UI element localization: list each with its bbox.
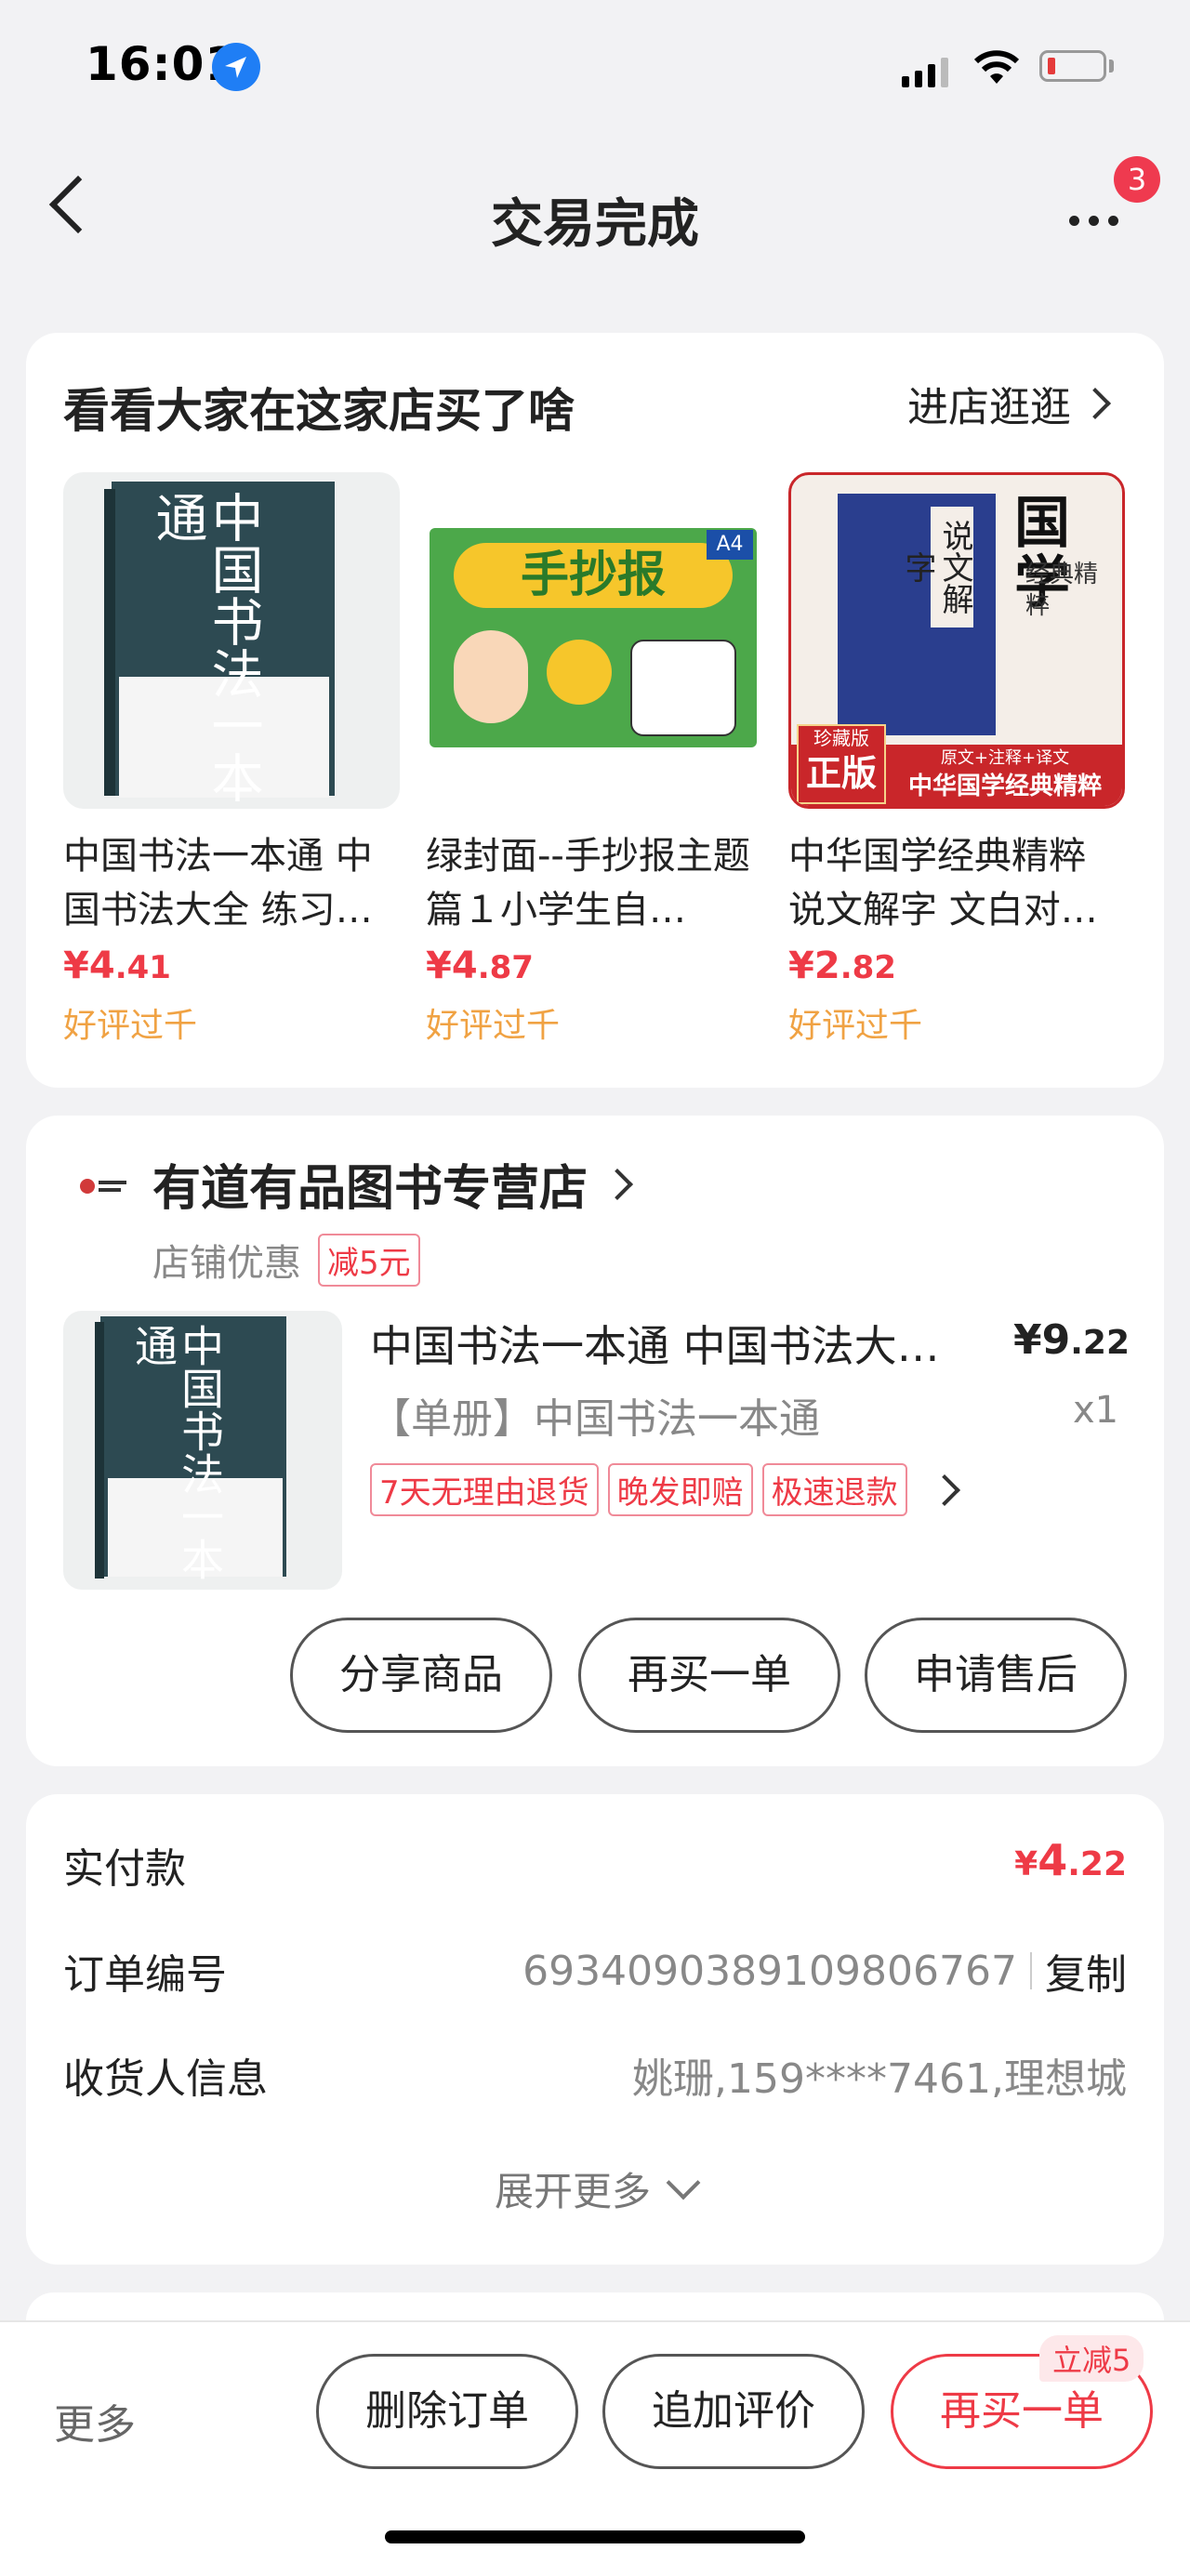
page-title: 交易完成: [491, 194, 699, 255]
price-integer: 9: [1041, 1316, 1071, 1364]
chevron-right-icon: [1079, 388, 1111, 419]
product-name: 中华国学经典精粹 说文解字 文白对…: [788, 835, 1098, 931]
share-product-button[interactable]: 分享商品: [290, 1618, 552, 1733]
order-item-name[interactable]: 中国书法一本通 中国书法大…: [370, 1313, 1012, 1374]
order-item-spec: 【单册】中国书法一本通: [370, 1395, 820, 1443]
wifi-icon: [972, 48, 1021, 89]
order-number-row: 6934090389109806767 复制: [522, 1941, 1127, 2001]
service-tag: 极速退款: [761, 1463, 907, 1516]
receiver-label: 收货人信息: [63, 2055, 268, 2103]
chevron-right-icon: [602, 1168, 633, 1200]
chevron-right-icon: [928, 1473, 960, 1506]
product-price: ¥4.41: [63, 945, 398, 987]
enter-shop-link[interactable]: 进店逛逛: [907, 374, 1111, 433]
price-decimal: .87: [477, 949, 534, 986]
praise-label: 好评过千: [63, 1007, 198, 1045]
price-integer: 4: [1038, 1835, 1068, 1885]
product-price: ¥4.87: [426, 945, 760, 987]
after-sale-button[interactable]: 申请售后: [865, 1618, 1127, 1733]
recommend-product-2[interactable]: 手抄报 A4 绿封面--手抄报主题篇１小学生自… ¥4.87 好评过千: [426, 472, 762, 1047]
price-decimal: .22: [1067, 1845, 1127, 1883]
book3-spine-title: 说文解字: [899, 507, 973, 627]
location-arrow-icon: [212, 43, 260, 91]
product-image-chinese-classics: 说文解字 国学 经典精粹 珍藏版 正版 原文+注释+译文 中华国学经典精粹: [788, 472, 1125, 809]
order-number: 6934090389109806767: [522, 1947, 1017, 1995]
home-indicator: [385, 2530, 805, 2543]
more-button[interactable]: 更多: [54, 2391, 136, 2451]
book3-badge-main: 正版: [805, 753, 877, 794]
more-menu-icon[interactable]: [1069, 216, 1118, 226]
expand-more-button[interactable]: 展开更多: [26, 2160, 1164, 2217]
service-tag: 7天无理由退货: [370, 1463, 599, 1516]
book3-banner: 原文+注释+译文 中华国学经典精粹: [893, 746, 1117, 802]
shop-name-link[interactable]: 有道有品图书专营店: [152, 1149, 633, 1219]
delete-order-button[interactable]: 删除订单: [316, 2354, 578, 2469]
enter-shop-label: 进店逛逛: [907, 384, 1071, 431]
recommend-card: 看看大家在这家店买了啥 进店逛逛 中国书法一本通 中国书法一本通 中国书法大全 …: [26, 333, 1164, 1088]
shop-promo-tag: 减5元: [318, 1233, 420, 1287]
divider: [1030, 1952, 1032, 1989]
recommend-product-1[interactable]: 中国书法一本通 中国书法一本通 中国书法大全 练习… ¥4.41 好评过千: [63, 472, 400, 1047]
price-currency: ¥: [788, 945, 814, 987]
praise-label: 好评过千: [426, 1007, 561, 1045]
order-item-price: ¥9.22: [1013, 1316, 1130, 1364]
praise-label: 好评过千: [788, 1007, 923, 1045]
book2-a4-badge: A4: [707, 530, 753, 560]
product-name: 中国书法一本通 中国书法大全 练习…: [63, 835, 373, 931]
price-currency: ¥: [1013, 1316, 1042, 1364]
product-price: ¥2.82: [788, 945, 1123, 987]
cellular-signal-icon: [902, 58, 948, 87]
shop-promo-label: 店铺优惠: [152, 1242, 301, 1285]
shop-name: 有道有品图书专营店: [152, 1161, 588, 1217]
product-name: 绿封面--手抄报主题篇１小学生自…: [426, 835, 750, 931]
expand-more-label: 展开更多: [494, 2169, 651, 2214]
book3-badge-top: 珍藏版: [813, 727, 869, 749]
shop-promo: 店铺优惠 减5元: [152, 1233, 420, 1287]
price-decimal: .22: [1070, 1324, 1130, 1362]
paid-amount: ¥4.22: [1014, 1835, 1127, 1885]
book3-banner-top: 原文+注释+译文: [940, 748, 1070, 768]
notification-badge: 3: [1114, 156, 1160, 203]
price-currency: ¥: [63, 945, 89, 987]
rebuy-discount-badge: 立减5: [1039, 2335, 1144, 2382]
order-number-label: 订单编号: [63, 1951, 227, 1999]
product-image-handcopy-newspaper: 手抄报 A4: [426, 472, 762, 809]
receiver-info[interactable]: 姚珊,159****7461,理想城: [632, 2045, 1127, 2105]
order-item-cover-title: 中国书法一本通: [128, 1324, 225, 1580]
copy-button[interactable]: 复制: [1045, 1941, 1127, 2001]
price-integer: 2: [813, 945, 840, 987]
order-details-card: 实付款 ¥4.22 订单编号 6934090389109806767 复制 收货…: [26, 1794, 1164, 2265]
order-card: 有道有品图书专营店 店铺优惠 减5元 中国书法一本通 中国书法一本通 中国书法大…: [26, 1116, 1164, 1766]
price-integer: 4: [451, 945, 478, 987]
price-currency: ¥: [426, 945, 452, 987]
recommend-product-3[interactable]: 说文解字 国学 经典精粹 珍藏版 正版 原文+注释+译文 中华国学经典精粹 中华…: [788, 472, 1125, 1047]
price-decimal: .82: [840, 949, 896, 986]
rebuy-button[interactable]: 再买一单: [578, 1618, 840, 1733]
book3-subtitle: 经典精粹: [1025, 561, 1099, 620]
order-item-qty: x1: [1073, 1389, 1119, 1432]
price-decimal: .41: [114, 949, 171, 986]
book1-cover-title: 中国书法一本通: [147, 491, 263, 803]
service-tags[interactable]: 7天无理由退货 晚发即赔 极速退款: [370, 1463, 960, 1516]
shop-logo-icon: [78, 1168, 130, 1205]
service-tag: 晚发即赔: [607, 1463, 753, 1516]
product-image-calligraphy-book: 中国书法一本通: [63, 472, 400, 809]
price-integer: 4: [88, 945, 115, 987]
battery-icon: [1039, 50, 1106, 82]
order-item-image[interactable]: 中国书法一本通: [63, 1311, 342, 1590]
add-review-button[interactable]: 追加评价: [602, 2354, 865, 2469]
book3-banner-main: 中华国学经典精粹: [907, 773, 1102, 800]
price-currency: ¥: [1014, 1845, 1038, 1883]
paid-label: 实付款: [63, 1845, 186, 1893]
book2-cover-title: 手抄报: [454, 543, 733, 608]
recommend-title: 看看大家在这家店买了啥: [63, 384, 575, 438]
chevron-down-icon: [666, 2165, 701, 2200]
battery-tip: [1109, 59, 1114, 73]
book3-edition-badge: 珍藏版 正版: [797, 724, 886, 804]
